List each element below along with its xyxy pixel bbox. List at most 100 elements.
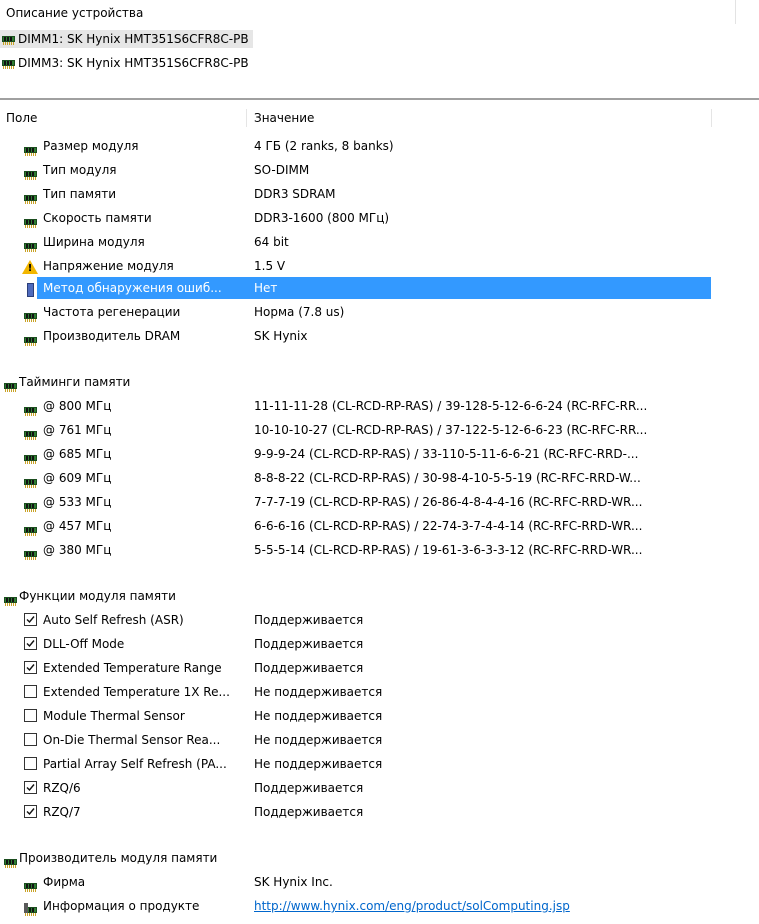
timing-frequency: @ 685 МГц: [43, 447, 112, 461]
timing-row[interactable]: @ 533 МГц 7-7-7-19 (CL-RCD-RP-RAS) / 26-…: [0, 490, 759, 514]
property-name: Частота регенерации: [43, 305, 181, 319]
timing-row[interactable]: @ 457 МГц 6-6-6-16 (CL-RCD-RP-RAS) / 22-…: [0, 514, 759, 538]
link-icon: [24, 903, 28, 913]
column-divider: [735, 0, 736, 24]
timing-row[interactable]: @ 800 МГц 11-11-11-28 (CL-RCD-RP-RAS) / …: [0, 394, 759, 418]
manufacturer-row[interactable]: Фирма SK Hynix Inc.: [0, 870, 759, 894]
feature-name: On-Die Thermal Sensor Rea...: [43, 733, 221, 747]
section-header-manufacturer[interactable]: Производитель модуля памяти: [0, 846, 759, 870]
timing-frequency: @ 533 МГц: [43, 495, 112, 509]
property-value: DDR3 SDRAM: [254, 187, 336, 201]
property-row[interactable]: Частота регенерации Норма (7.8 us): [0, 300, 759, 324]
property-row[interactable]: ! Напряжение модуля 1.5 V: [0, 254, 759, 278]
feature-value: Не поддерживается: [254, 733, 383, 747]
timing-row[interactable]: @ 761 МГц 10-10-10-27 (CL-RCD-RP-RAS) / …: [0, 418, 759, 442]
timing-frequency: @ 761 МГц: [43, 423, 112, 437]
timing-frequency: @ 800 МГц: [43, 399, 112, 413]
checkbox-checked: [24, 805, 37, 818]
checkbox-checked: [24, 781, 37, 794]
property-row[interactable]: Размер модуля 4 ГБ (2 ranks, 8 banks): [0, 134, 759, 158]
timing-value: 8-8-8-22 (CL-RCD-RP-RAS) / 30-98-4-10-5-…: [254, 471, 641, 485]
column-divider[interactable]: [246, 109, 247, 127]
section-title: Производитель модуля памяти: [19, 851, 218, 865]
property-value: DDR3-1600 (800 МГц): [254, 211, 390, 225]
feature-value: Поддерживается: [254, 781, 364, 795]
checkbox-unchecked: [24, 733, 37, 746]
product-info-link[interactable]: http://www.hynix.com/eng/product/solComp…: [254, 894, 570, 918]
device-item-dimm3[interactable]: DIMM3: SK Hynix HMT351S6CFR8C-PB: [0, 54, 253, 72]
ram-icon: [2, 59, 15, 69]
property-name: Ширина модуля: [43, 235, 145, 249]
timing-value: 9-9-9-24 (CL-RCD-RP-RAS) / 33-110-5-11-6…: [254, 447, 639, 461]
checkbox-unchecked: [24, 757, 37, 770]
ram-icon: [24, 330, 37, 354]
timing-frequency: @ 609 МГц: [43, 471, 112, 485]
feature-value: Поддерживается: [254, 613, 364, 627]
property-name: Размер модуля: [43, 139, 139, 153]
feature-row[interactable]: DLL-Off Mode Поддерживается: [0, 632, 759, 656]
feature-name: RZQ/6: [43, 781, 81, 795]
feature-row[interactable]: Partial Array Self Refresh (PA... Не под…: [0, 752, 759, 776]
timing-frequency: @ 380 МГц: [43, 543, 112, 557]
device-item-dimm1[interactable]: DIMM1: SK Hynix HMT351S6CFR8C-PB: [0, 30, 253, 48]
checkbox-unchecked: [24, 685, 37, 698]
feature-row[interactable]: On-Die Thermal Sensor Rea... Не поддержи…: [0, 728, 759, 752]
feature-name: Partial Array Self Refresh (PA...: [43, 757, 227, 771]
feature-row[interactable]: Auto Self Refresh (ASR) Поддерживается: [0, 608, 759, 632]
feature-row[interactable]: Module Thermal Sensor Не поддерживается: [0, 704, 759, 728]
property-name: Скорость памяти: [43, 211, 152, 225]
timing-row[interactable]: @ 380 МГц 5-5-5-14 (CL-RCD-RP-RAS) / 19-…: [0, 538, 759, 562]
timing-row[interactable]: @ 609 МГц 8-8-8-22 (CL-RCD-RP-RAS) / 30-…: [0, 466, 759, 490]
feature-value: Поддерживается: [254, 805, 364, 819]
feature-row[interactable]: Extended Temperature Range Поддерживаетс…: [0, 656, 759, 680]
checkbox-checked: [24, 637, 37, 650]
device-pane-title: Описание устройства: [6, 6, 144, 20]
property-value: SK Hynix Inc.: [254, 875, 333, 889]
timing-value: 6-6-6-16 (CL-RCD-RP-RAS) / 22-74-3-7-4-4…: [254, 519, 643, 533]
checkbox-checked: [24, 661, 37, 674]
manufacturer-row[interactable]: Информация о продукте http://www.hynix.c…: [0, 894, 759, 918]
property-name: Фирма: [43, 875, 86, 889]
feature-row[interactable]: RZQ/7 Поддерживается: [0, 800, 759, 824]
timing-value: 5-5-5-14 (CL-RCD-RP-RAS) / 19-61-3-6-3-3…: [254, 543, 643, 557]
property-row[interactable]: Ширина модуля 64 bit: [0, 230, 759, 254]
timing-frequency: @ 457 МГц: [43, 519, 112, 533]
feature-name: Module Thermal Sensor: [43, 709, 185, 723]
ram-icon: [24, 544, 37, 568]
property-row[interactable]: Производитель DRAM SK Hynix: [0, 324, 759, 348]
feature-value: Не поддерживается: [254, 757, 383, 771]
property-name: Тип памяти: [43, 187, 117, 201]
property-value: Норма (7.8 us): [254, 305, 345, 319]
property-name: Напряжение модуля: [43, 259, 174, 273]
column-header-field[interactable]: Поле: [6, 107, 37, 129]
feature-name: RZQ/7: [43, 805, 81, 819]
section-header-timings[interactable]: Тайминги памяти: [0, 370, 759, 394]
section-header-features[interactable]: Функции модуля памяти: [0, 584, 759, 608]
feature-value: Поддерживается: [254, 661, 364, 675]
property-value: Нет: [254, 281, 278, 295]
property-row[interactable]: Тип модуля SO-DIMM: [0, 158, 759, 182]
checkbox-checked: [24, 613, 37, 626]
pane-splitter[interactable]: [0, 98, 759, 100]
device-label: DIMM1: SK Hynix HMT351S6CFR8C-PB: [18, 32, 249, 46]
property-value: SK Hynix: [254, 329, 308, 343]
feature-row[interactable]: Extended Temperature 1X Re... Не поддерж…: [0, 680, 759, 704]
timing-value: 10-10-10-27 (CL-RCD-RP-RAS) / 37-122-5-1…: [254, 423, 648, 437]
property-row[interactable]: Тип памяти DDR3 SDRAM: [0, 182, 759, 206]
feature-value: Не поддерживается: [254, 685, 383, 699]
property-name: Информация о продукте: [43, 899, 200, 913]
timing-row[interactable]: @ 685 МГц 9-9-9-24 (CL-RCD-RP-RAS) / 33-…: [0, 442, 759, 466]
property-row[interactable]: Скорость памяти DDR3-1600 (800 МГц): [0, 206, 759, 230]
property-row-selected[interactable]: Метод обнаружения ошиб... Нет: [0, 276, 759, 300]
property-value: 64 bit: [254, 235, 289, 249]
property-name: Производитель DRAM: [43, 329, 181, 343]
feature-value: Не поддерживается: [254, 709, 383, 723]
list-header: Поле Значение: [0, 107, 759, 129]
column-divider[interactable]: [711, 109, 712, 127]
property-value: 4 ГБ (2 ranks, 8 banks): [254, 139, 394, 153]
feature-row[interactable]: RZQ/6 Поддерживается: [0, 776, 759, 800]
device-pane: Описание устройства DIMM1: SK Hynix HMT3…: [0, 0, 759, 100]
section-title: Тайминги памяти: [19, 375, 131, 389]
column-header-value[interactable]: Значение: [254, 107, 314, 129]
timing-value: 7-7-7-19 (CL-RCD-RP-RAS) / 26-86-4-8-4-4…: [254, 495, 643, 509]
